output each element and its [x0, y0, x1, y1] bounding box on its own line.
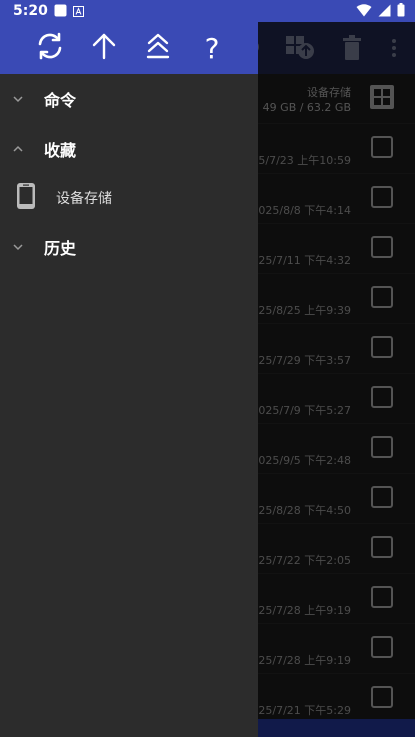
status-time: 5:20 — [13, 3, 48, 19]
chevron-down-icon — [10, 239, 26, 255]
item-label: 设备存储 — [56, 191, 112, 207]
refresh-button[interactable] — [34, 32, 66, 64]
favorite-item-device-storage[interactable]: 设备存储 — [0, 174, 258, 222]
scrim-overlay[interactable] — [258, 22, 415, 719]
phone-icon — [16, 182, 36, 214]
section-label: 命令 — [44, 91, 77, 110]
navigation-drawer: ? 命令 收藏 设备存储 历史 — [0, 22, 258, 737]
help-icon: ? — [204, 31, 220, 65]
section-label: 收藏 — [44, 141, 77, 160]
chevron-down-icon — [10, 91, 26, 107]
chevron-up-icon — [10, 141, 26, 157]
drawer-toolbar: ? — [0, 22, 258, 74]
wifi-icon — [356, 2, 372, 21]
battery-icon — [397, 2, 405, 21]
section-history[interactable]: 历史 — [0, 222, 258, 272]
section-favorites[interactable]: 收藏 — [0, 124, 258, 174]
font-a-icon — [72, 2, 84, 21]
refresh-icon — [36, 32, 64, 64]
signal-icon — [378, 2, 391, 21]
section-commands[interactable]: 命令 — [0, 74, 258, 124]
arrow-up-icon — [91, 32, 117, 64]
root-up-icon — [145, 32, 171, 64]
up-button[interactable] — [88, 32, 120, 64]
root-button[interactable] — [142, 32, 174, 64]
help-button[interactable]: ? — [196, 31, 228, 65]
square-notification-icon — [54, 2, 67, 21]
section-label: 历史 — [44, 239, 77, 258]
status-bar: 5:20 — [0, 0, 415, 22]
